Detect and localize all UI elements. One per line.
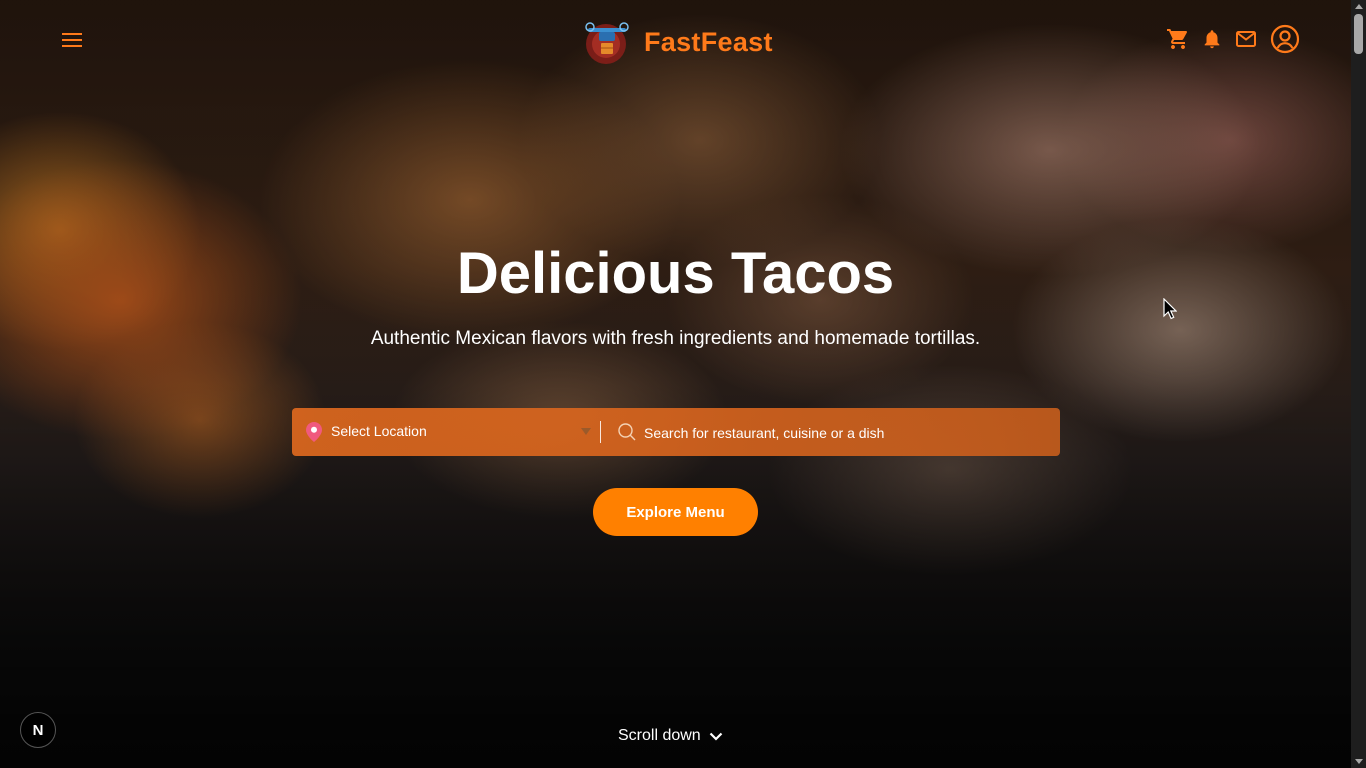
mouse-cursor-icon	[1163, 298, 1177, 320]
brand-name: FastFeast	[644, 26, 773, 57]
messages-button[interactable]	[1234, 27, 1258, 51]
cart-button[interactable]	[1166, 27, 1190, 51]
search-input[interactable]	[642, 420, 1046, 446]
nextjs-dev-badge[interactable]: N	[20, 712, 56, 748]
badge-letter: N	[32, 721, 44, 739]
location-select[interactable]: Select Location	[292, 408, 600, 456]
hero-overlay	[0, 0, 1351, 768]
search-bar: Select Location	[292, 408, 1060, 456]
brand-logo[interactable]: FastFeast	[582, 18, 773, 66]
page-scrollbar[interactable]	[1351, 0, 1366, 768]
location-pin-icon	[306, 422, 322, 442]
page-viewport: FastFeast Delicious Tacos Authentic Mexi…	[0, 0, 1351, 768]
explore-menu-button[interactable]: Explore Menu	[593, 488, 758, 536]
account-button[interactable]	[1270, 24, 1300, 54]
menu-button[interactable]	[56, 24, 88, 56]
chevron-down-icon	[709, 732, 722, 741]
header-actions	[1166, 24, 1300, 54]
top-navbar: FastFeast	[0, 0, 1351, 82]
drone-logo-icon	[582, 18, 632, 66]
scroll-down-link[interactable]: Scroll down	[618, 726, 723, 746]
location-label: Select Location	[331, 423, 427, 439]
scrollbar-thumb[interactable]	[1354, 14, 1363, 54]
search-field[interactable]	[601, 408, 1060, 456]
hero-subtitle: Authentic Mexican flavors with fresh ing…	[370, 328, 981, 349]
cart-icon	[1167, 29, 1188, 49]
scroll-down-label: Scroll down	[618, 727, 701, 744]
chevron-down-icon	[581, 428, 591, 435]
search-icon	[618, 423, 636, 441]
scroll-down-arrow-icon[interactable]	[1355, 759, 1363, 764]
mail-icon	[1236, 31, 1256, 47]
hero-title: Delicious Tacos	[456, 241, 895, 306]
user-circle-icon	[1270, 24, 1300, 54]
notifications-button[interactable]	[1200, 27, 1224, 51]
menu-icon	[62, 33, 82, 47]
bell-icon	[1204, 30, 1220, 49]
scroll-up-arrow-icon[interactable]	[1355, 4, 1363, 9]
